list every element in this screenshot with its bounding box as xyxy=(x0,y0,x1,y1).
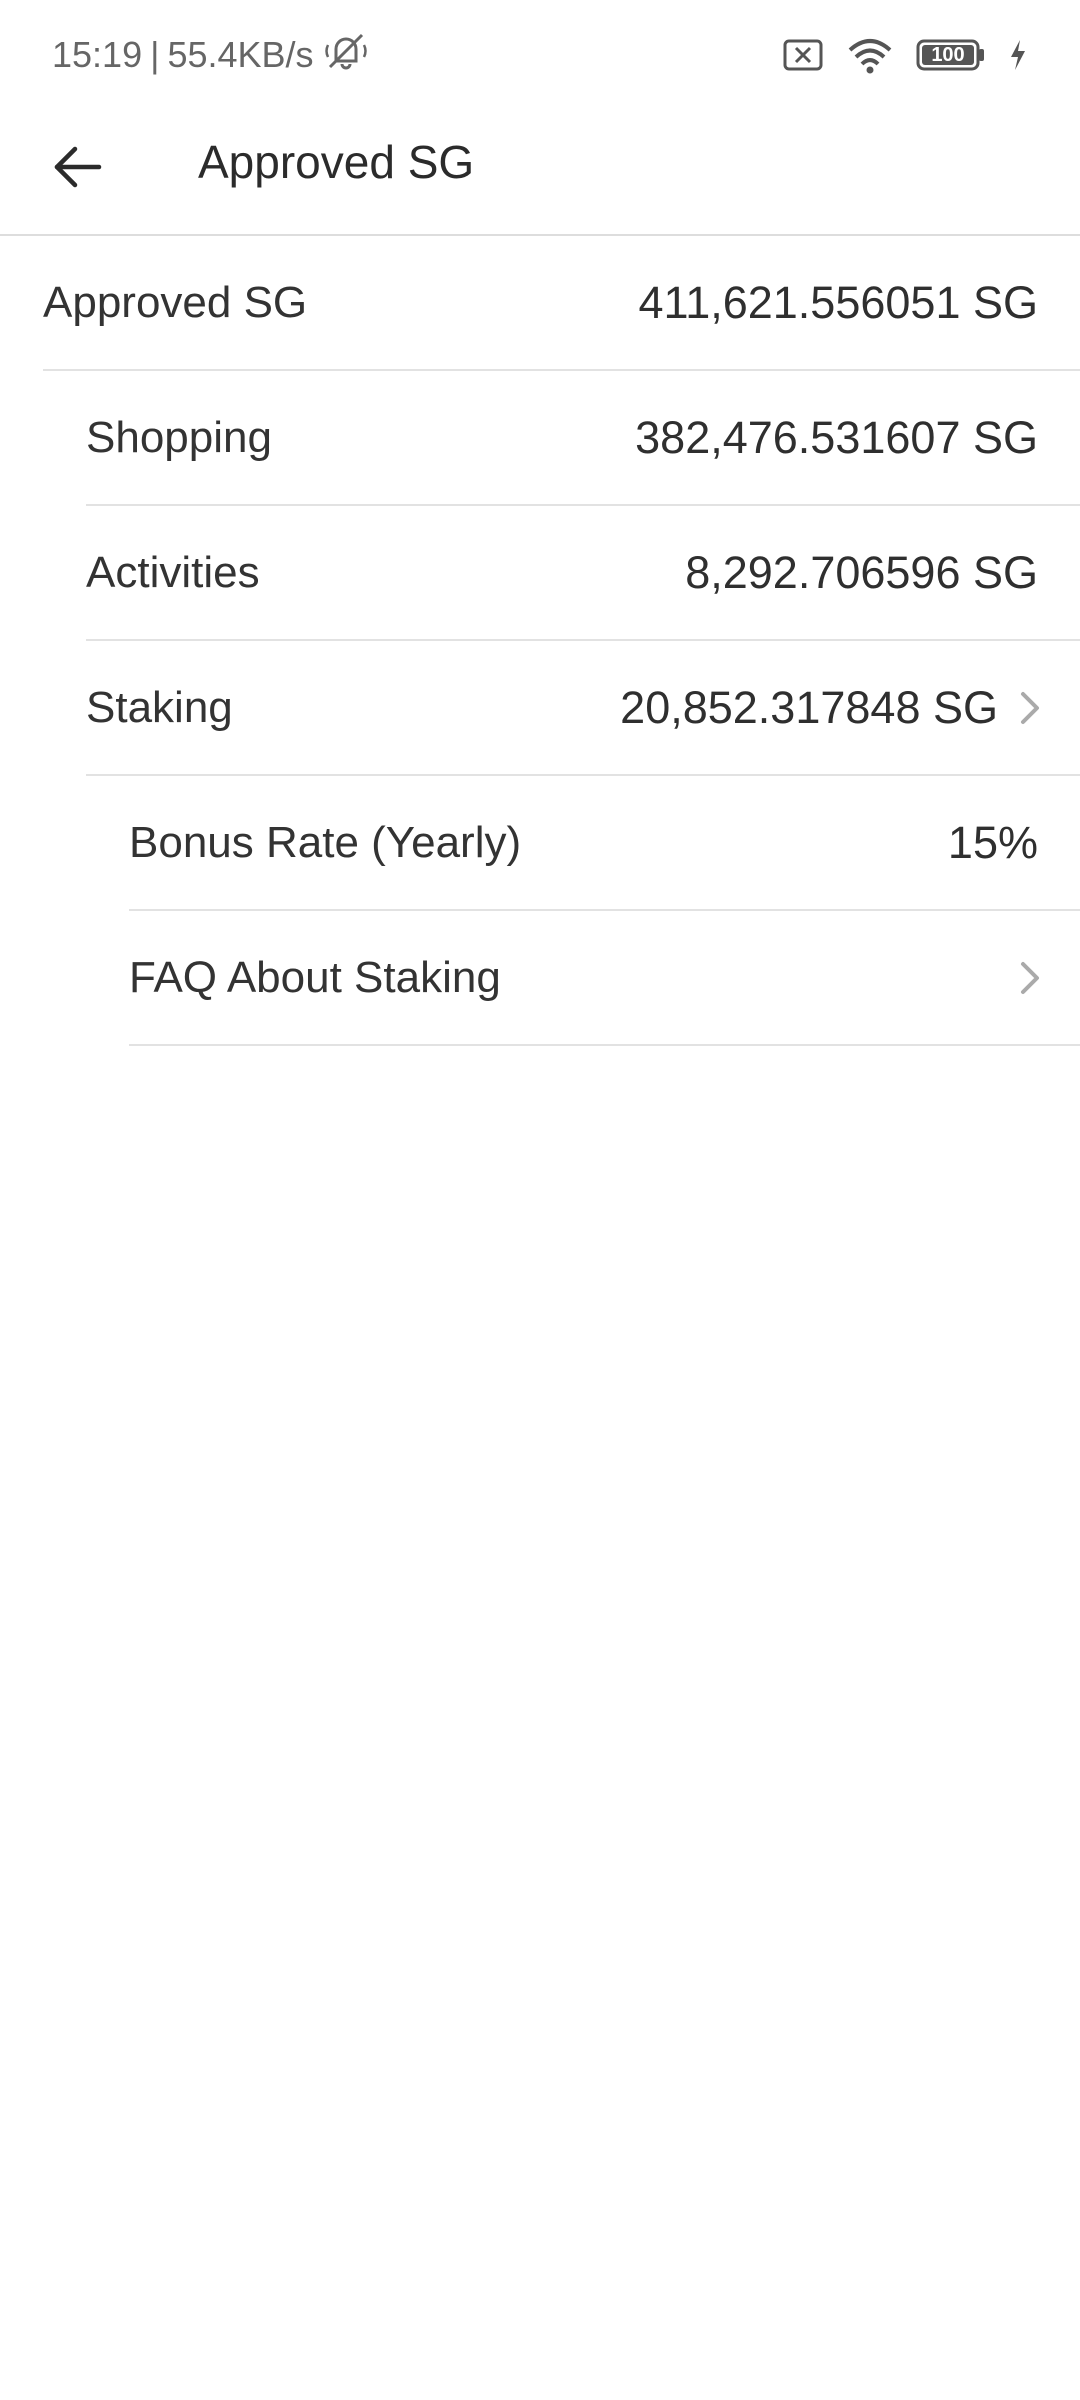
row-faq-staking[interactable]: FAQ About Staking xyxy=(129,911,1080,1046)
chevron-right-icon xyxy=(1010,956,1050,1000)
battery-icon: 100 xyxy=(916,38,986,72)
status-bar: 15:19 | 55.4KB/s 100 xyxy=(0,0,1080,110)
page-title: Approved SG xyxy=(198,136,475,188)
status-left: 15:19 | 55.4KB/s xyxy=(52,31,370,80)
chevron-right-icon xyxy=(1010,686,1050,730)
battery-level: 100 xyxy=(931,44,965,66)
row-value: 411,621.556051 SG xyxy=(638,276,1038,328)
row-label: FAQ About Staking xyxy=(129,952,501,1002)
row-value: 20,852.317848 SG xyxy=(620,681,998,733)
row-bonus-rate: Bonus Rate (Yearly) 15% xyxy=(129,776,1080,911)
arrow-left-icon xyxy=(51,145,103,194)
row-label: Activities xyxy=(86,547,260,597)
wifi-icon xyxy=(846,36,894,74)
network-speed: 55.4KB/s xyxy=(167,34,314,75)
status-separator: | xyxy=(150,34,160,75)
row-label: Bonus Rate (Yearly) xyxy=(129,817,522,867)
row-value: 8,292.706596 SG xyxy=(685,546,1038,598)
row-value: 15% xyxy=(947,816,1038,868)
row-approved-sg: Approved SG 411,621.556051 SG xyxy=(43,236,1080,371)
row-value-group xyxy=(1010,956,1050,1000)
row-activities: Activities 8,292.706596 SG xyxy=(86,506,1080,641)
status-time: 15:19 xyxy=(52,34,143,75)
back-button[interactable] xyxy=(42,134,112,204)
row-value-group: 20,852.317848 SG xyxy=(620,682,1050,734)
row-label: Shopping xyxy=(86,412,272,462)
approved-sg-list: Approved SG 411,621.556051 SG Shopping 3… xyxy=(0,236,1080,1046)
app-bar: Approved SG xyxy=(0,110,1080,236)
row-shopping: Shopping 382,476.531607 SG xyxy=(86,371,1080,506)
row-label: Staking xyxy=(86,682,233,732)
status-right: 100 xyxy=(782,36,1028,74)
row-staking[interactable]: Staking 20,852.317848 SG xyxy=(86,641,1080,776)
no-sim-icon xyxy=(782,37,824,73)
charging-icon xyxy=(1008,38,1028,72)
row-value: 382,476.531607 SG xyxy=(635,411,1038,463)
muted-bell-icon xyxy=(322,31,370,80)
row-label: Approved SG xyxy=(43,277,308,327)
